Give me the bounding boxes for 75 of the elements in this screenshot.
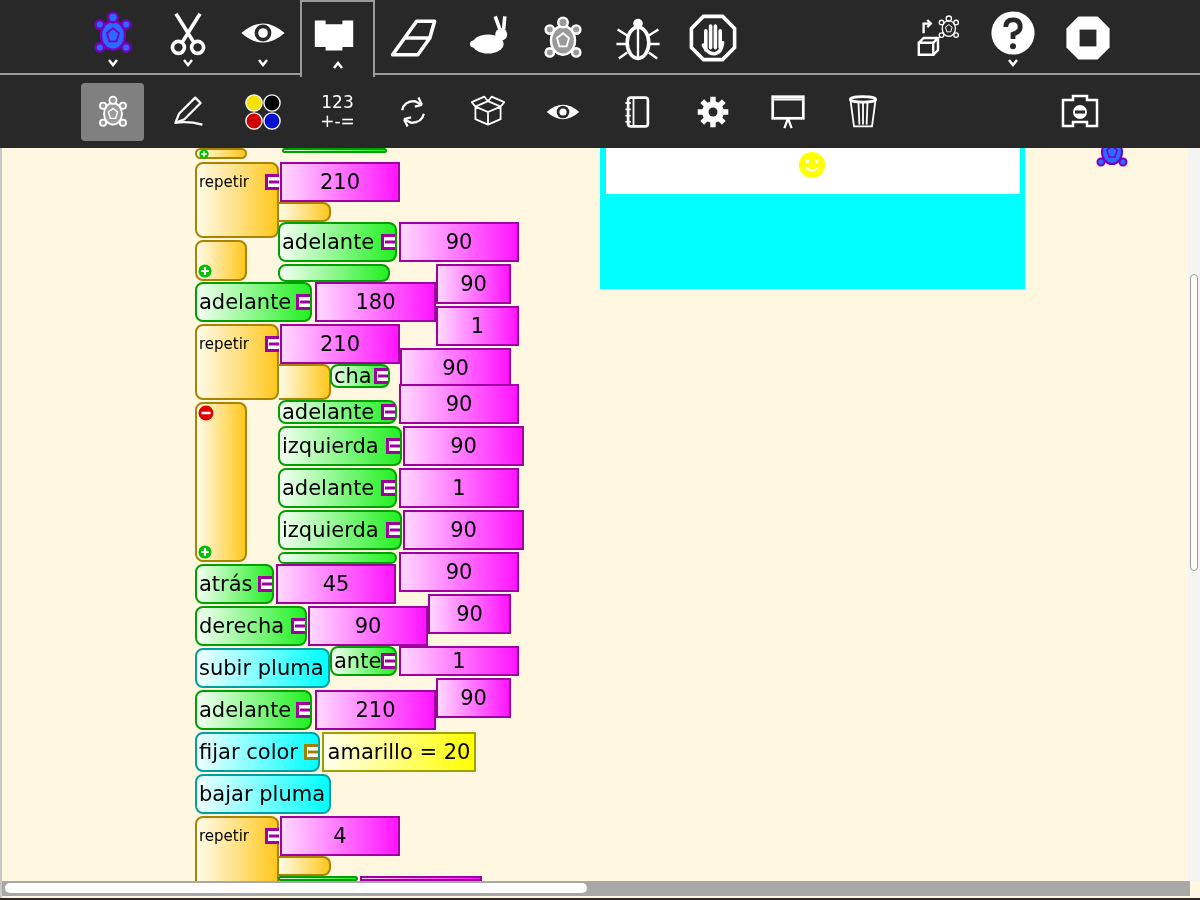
socket-icon <box>381 480 395 496</box>
command-block[interactable]: atrás <box>195 564 274 604</box>
command-block[interactable] <box>282 148 387 153</box>
repeat-block[interactable]: repetir <box>195 324 279 400</box>
command-block[interactable]: ante <box>330 646 397 676</box>
command-block[interactable]: adelante <box>278 468 397 508</box>
block-stub[interactable] <box>195 240 247 281</box>
command-block[interactable]: adelante <box>278 400 397 424</box>
socket-icon <box>304 744 318 760</box>
command-block[interactable]: derecha <box>195 606 307 646</box>
number-block[interactable]: 90 <box>399 384 519 424</box>
number-block[interactable]: 90 <box>403 510 524 550</box>
pen-block[interactable]: subir pluma <box>195 648 330 688</box>
block-stub[interactable] <box>195 148 247 159</box>
toolbar-button[interactable] <box>300 0 375 77</box>
command-block[interactable]: adelante <box>195 690 312 730</box>
number-block[interactable]: 90 <box>399 552 519 592</box>
color-value-block[interactable]: amarillo = 20 <box>322 732 476 772</box>
repeat-block-arm <box>279 202 331 222</box>
command-block[interactable] <box>278 876 358 881</box>
socket-icon <box>258 576 272 592</box>
hand-stop-icon <box>688 13 737 62</box>
number-block[interactable]: 210 <box>280 324 400 364</box>
number-block[interactable]: 45 <box>276 564 396 604</box>
socket-icon <box>374 368 388 384</box>
socket-icon <box>381 404 395 420</box>
number-block[interactable]: 1 <box>399 646 519 676</box>
socket-icon <box>296 702 310 718</box>
command-block[interactable]: adelante <box>278 222 397 262</box>
color-dots-icon <box>244 93 281 130</box>
number-block[interactable]: 210 <box>315 690 436 730</box>
number-block[interactable]: 90 <box>308 606 428 646</box>
minus-icon[interactable] <box>198 405 214 421</box>
plus-icon[interactable] <box>199 149 209 159</box>
socket-icon <box>265 174 279 190</box>
horizontal-scrollbar[interactable] <box>2 881 1190 896</box>
smiley-icon <box>798 151 826 179</box>
number-block[interactable]: 90 <box>436 678 511 718</box>
number-block[interactable] <box>360 876 482 881</box>
easel-icon <box>769 93 806 130</box>
number-block[interactable]: 1 <box>399 468 519 508</box>
number-block[interactable]: 90 <box>436 264 511 304</box>
socket-icon <box>296 294 310 310</box>
socket-icon <box>386 438 400 454</box>
number-block[interactable]: 180 <box>315 282 436 322</box>
socket-icon <box>381 653 395 669</box>
command-block[interactable] <box>278 264 390 282</box>
number-block[interactable]: 4 <box>280 816 400 856</box>
socket-icon <box>265 336 279 352</box>
command-block[interactable]: cha <box>330 364 390 388</box>
help-icon <box>988 8 1037 57</box>
repeat-block-arm <box>279 364 331 400</box>
pen-block[interactable]: bajar pluma <box>195 774 331 814</box>
stop-icon <box>1063 13 1112 62</box>
number-block[interactable]: 210 <box>280 162 400 202</box>
command-block[interactable]: adelante <box>195 282 312 322</box>
vertical-scrollbar[interactable] <box>1188 148 1200 881</box>
palette-button[interactable] <box>81 82 144 141</box>
socket-icon <box>291 618 305 634</box>
command-block[interactable]: izquierda <box>278 510 402 550</box>
number-block[interactable]: 90 <box>403 426 524 466</box>
repeat-block[interactable]: repetir <box>195 162 279 238</box>
socket-icon <box>386 522 400 538</box>
repeat-block[interactable]: repetir <box>195 816 279 881</box>
number-block[interactable]: 90 <box>399 222 519 262</box>
socket-icon <box>265 828 279 844</box>
command-block[interactable] <box>278 552 397 564</box>
pen-block[interactable]: fijar color <box>195 732 320 772</box>
number-block[interactable]: 1 <box>436 306 519 346</box>
block-bracket[interactable] <box>195 402 247 562</box>
repeat-block-arm <box>279 856 331 876</box>
numbers-button[interactable]: 123 +-= <box>306 82 369 141</box>
command-block[interactable]: izquierda <box>278 426 402 466</box>
number-block[interactable]: 90 <box>428 594 511 634</box>
socket-icon <box>381 234 395 250</box>
